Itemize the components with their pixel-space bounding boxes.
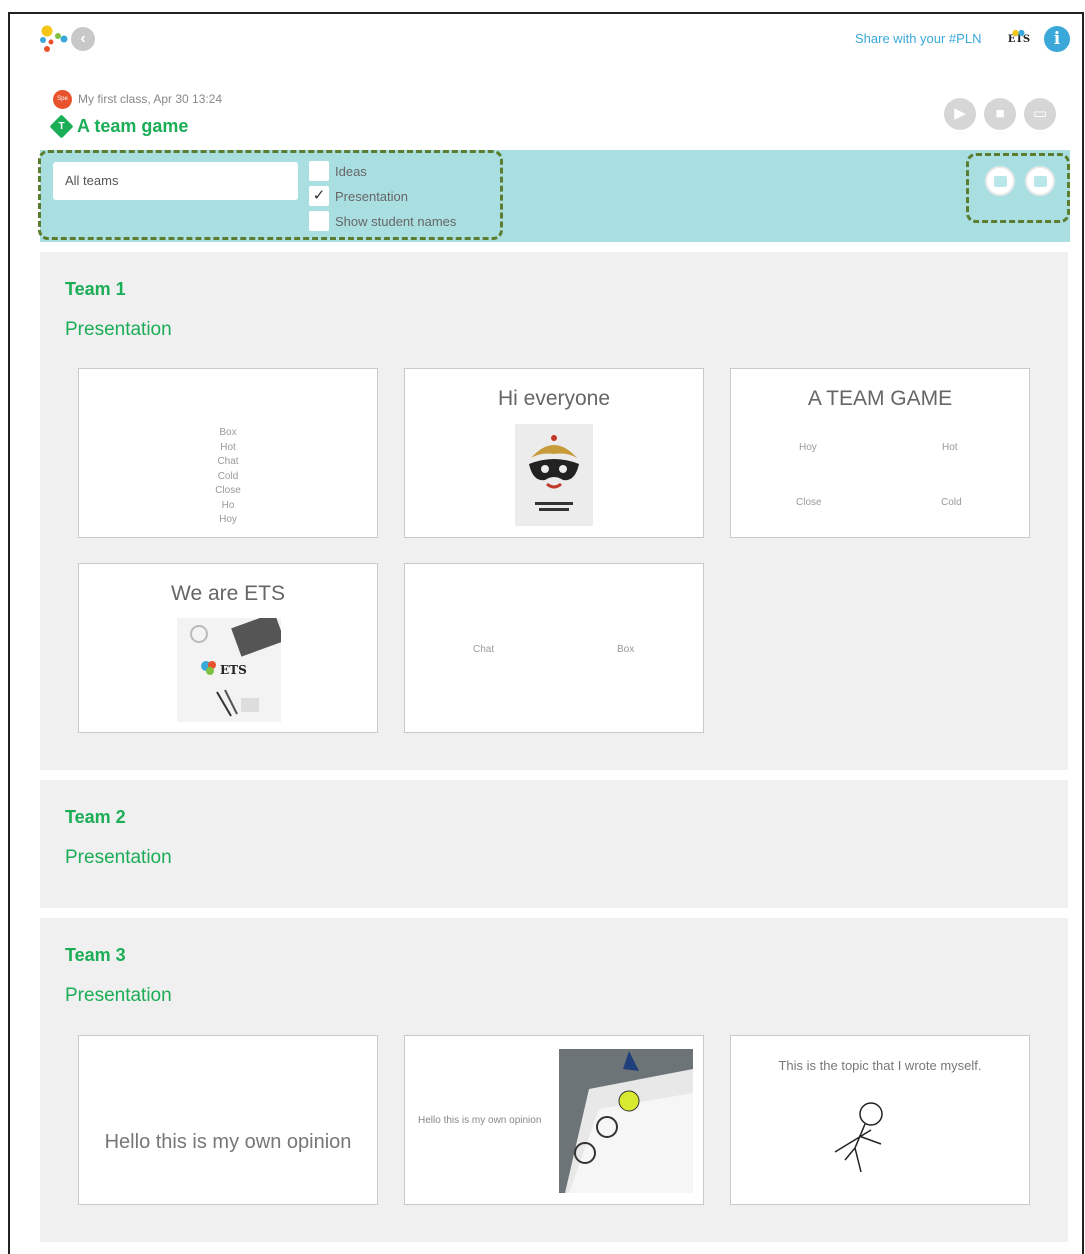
team-section: Team 2 Presentation bbox=[40, 780, 1068, 908]
slide-word: Close bbox=[796, 497, 822, 508]
masquerade-mask-image bbox=[515, 424, 593, 526]
feelings-worksheet-photo bbox=[559, 1049, 693, 1193]
play-button[interactable]: ▶ bbox=[944, 98, 976, 130]
slide-card[interactable]: This is the topic that I wrote myself. bbox=[730, 1035, 1030, 1205]
slide-text: Hello this is my own opinion bbox=[418, 1115, 542, 1126]
slide-title: We are ETS bbox=[171, 582, 285, 605]
team-subtitle: Presentation bbox=[65, 319, 172, 340]
slide-word: Hoy bbox=[799, 442, 817, 453]
slide-title: Hi everyone bbox=[497, 387, 611, 410]
info-icon: i bbox=[1053, 29, 1061, 49]
slide-word: Hot bbox=[942, 442, 958, 453]
slide-card[interactable]: Chat Box bbox=[404, 563, 704, 733]
slide-word: Chat bbox=[473, 644, 495, 655]
slide-word: Cold bbox=[941, 497, 962, 508]
slide-text: Hello this is my own opinion bbox=[104, 1131, 352, 1153]
ets-image-caption: ETS bbox=[220, 663, 247, 677]
team-subtitle: Presentation bbox=[65, 847, 172, 868]
slide-card[interactable]: Hello this is my own opinion bbox=[78, 1035, 378, 1205]
actions-highlight bbox=[966, 153, 1070, 223]
slide-word-list: Box Hot Chat Cold Close Ho Hoy bbox=[215, 427, 241, 525]
slide-card[interactable]: Hello this is my own opinion bbox=[404, 1035, 704, 1205]
delete-button[interactable]: ▭ bbox=[1024, 98, 1056, 130]
slide-card[interactable]: Box Hot Chat Cold Close Ho Hoy bbox=[78, 368, 378, 538]
ets-logo-icon[interactable]: ● ● ETS bbox=[1006, 26, 1032, 50]
stick-figure-drawing bbox=[834, 1102, 883, 1173]
team-subtitle: Presentation bbox=[65, 985, 172, 1006]
info-button[interactable]: i bbox=[1044, 26, 1070, 52]
team-name: Team 2 bbox=[65, 807, 126, 827]
trash-icon: ▭ bbox=[1032, 105, 1048, 122]
play-icon: ▶ bbox=[954, 105, 966, 122]
class-breadcrumb[interactable]: My first class, Apr 30 13:24 bbox=[78, 92, 222, 106]
stop-button[interactable]: ■ bbox=[984, 98, 1016, 130]
app-logo-icon[interactable] bbox=[38, 24, 70, 54]
slide-card[interactable]: We are ETS ETS bbox=[78, 563, 378, 733]
slide-title: A TEAM GAME bbox=[807, 387, 953, 410]
page-title: A team game bbox=[77, 116, 189, 136]
slide-word: Box bbox=[617, 644, 635, 655]
team-name: Team 1 bbox=[65, 279, 126, 299]
stop-icon: ■ bbox=[995, 105, 1005, 122]
slide-card[interactable]: A TEAM GAME Hoy Hot Close Cold bbox=[730, 368, 1030, 538]
team-section: Team 3 Presentation Hello this is my own… bbox=[40, 918, 1068, 1242]
back-button[interactable]: ‹ bbox=[71, 27, 95, 51]
team-section: Team 1 Presentation Box Hot Chat Cold Cl… bbox=[40, 252, 1068, 770]
slide-card[interactable]: Hi everyone bbox=[404, 368, 704, 538]
filter-highlight bbox=[38, 150, 503, 240]
slide-title: This is the topic that I wrote myself. bbox=[778, 1058, 982, 1073]
class-avatar: Spe bbox=[53, 90, 72, 109]
share-pln-link[interactable]: Share with your #PLN bbox=[855, 31, 981, 46]
team-game-icon: T bbox=[49, 114, 74, 139]
team-name: Team 3 bbox=[65, 945, 126, 965]
